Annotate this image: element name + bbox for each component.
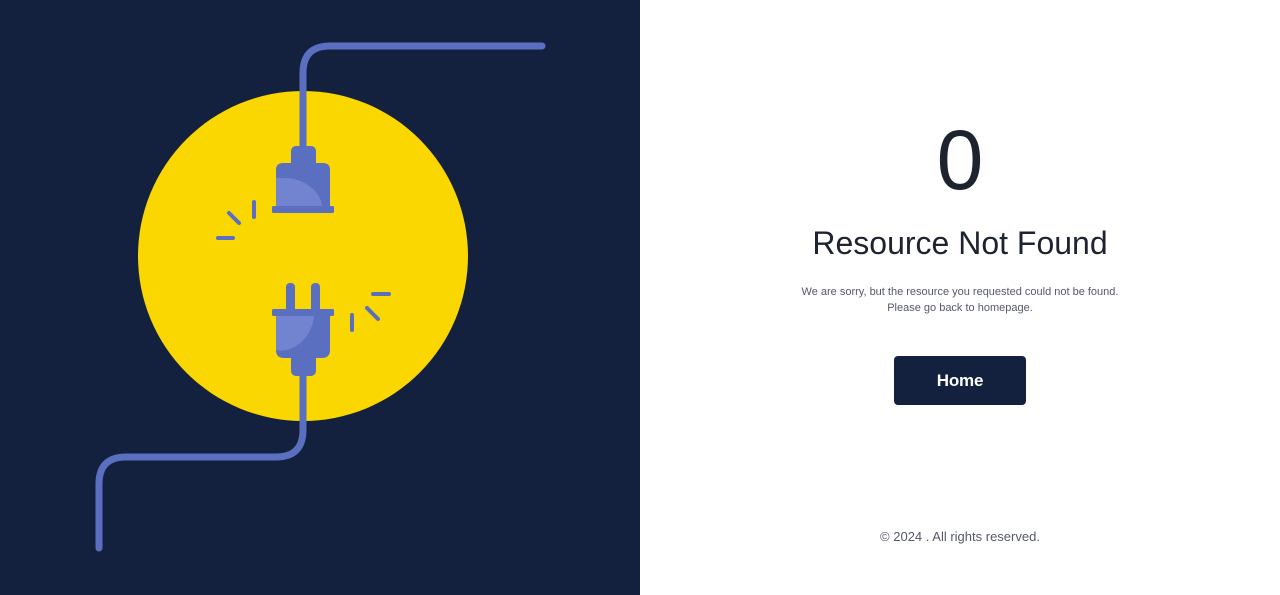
error-code: 0 [936,113,984,207]
home-button[interactable]: Home [894,356,1026,405]
unplugged-cable-icon [95,42,546,552]
illustration-panel [0,0,640,595]
error-message-line-2: Please go back to homepage. [887,302,1033,314]
content-panel: 0 Resource Not Found We are sorry, but t… [640,0,1280,595]
page-title: Resource Not Found [812,225,1108,261]
error-message: We are sorry, but the resource you reque… [640,284,1280,316]
footer-copyright: © 2024 . All rights reserved. [880,529,1040,544]
error-message-line-1: We are sorry, but the resource you reque… [801,286,1119,298]
page: 0 Resource Not Found We are sorry, but t… [0,0,1280,595]
